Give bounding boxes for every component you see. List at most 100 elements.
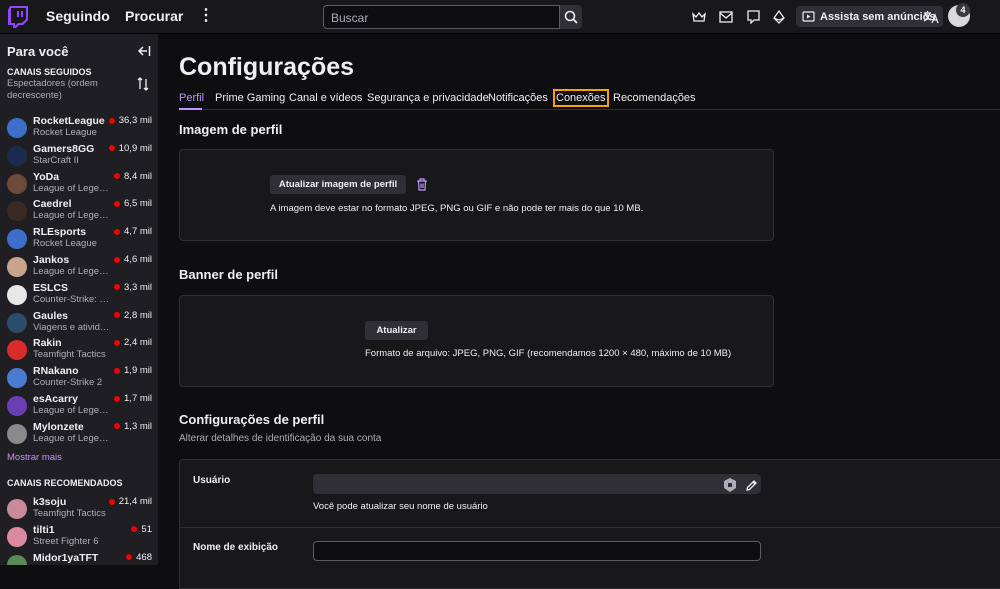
top-navigation: Seguindo Procurar ⋮ Buscar Assista sem a… [0,0,1000,34]
channel-game: Counter-Strike 2 [33,377,103,389]
sort-icon[interactable] [137,77,149,91]
sidebar-channel-item[interactable]: Gamers8GG StarCraft II 10,9 mil [0,142,158,170]
tab-profile[interactable]: Perfil [179,92,204,104]
channel-avatar [7,145,27,166]
nav-following-link[interactable]: Seguindo [46,8,110,24]
ad-free-button[interactable]: Assista sem anúncios [796,6,943,27]
tab-channel-videos[interactable]: Canal e vídeos [289,92,362,104]
channel-avatar [7,118,27,138]
more-menu-icon[interactable]: ⋮ [198,8,214,24]
display-name-field[interactable] [313,541,761,561]
profile-image-heading: Imagem de perfil [179,122,283,137]
form-divider [180,527,1000,528]
trash-icon[interactable] [416,178,430,192]
tab-security-privacy[interactable]: Segurança e privacidade [367,92,489,104]
sidebar-channel-item[interactable]: RNakano Counter-Strike 2 1,9 mil [0,364,158,392]
sidebar-channel-item[interactable]: GaulesViagens e atividades 2,8 mil [0,309,158,337]
sort-label: Espectadores (ordem decrescente) [7,78,98,101]
followed-channels-heading: CANAIS SEGUIDOS [7,67,92,77]
viewer-count: 51 [131,524,152,535]
sidebar-channel-item[interactable]: Rakin Teamfight Tactics 2,4 mil [0,336,158,364]
live-indicator-icon [108,498,115,505]
channel-avatar [7,201,27,222]
viewer-count: 4,6 mil [114,254,152,265]
sidebar-channel-item[interactable]: Caedrel League of Legends 6,5 mil [0,197,158,225]
tab-prime-gaming[interactable]: Prime Gaming [215,92,285,104]
tab-connections[interactable]: Conexões [553,89,609,107]
viewer-count: 4,7 mil [114,226,152,237]
collapse-sidebar-icon[interactable] [137,44,151,58]
settings-tabs: Perfil Prime Gaming Canal e vídeos Segur… [179,89,1000,110]
live-indicator-icon [114,339,121,346]
sidebar-channel-item[interactable]: Mylonzete League of Legends 1,3 mil [0,420,158,448]
channel-avatar [7,173,27,194]
channel-game: Teamfight Tactics [33,508,106,519]
nav-browse-link[interactable]: Procurar [125,8,183,24]
page-title: Configurações [179,53,355,81]
viewer-count-value: 8,4 mil [124,170,152,182]
viewer-count-value: 36,3 mil [118,115,152,126]
viewer-count-value: 6,5 mil [124,198,152,210]
sidebar-channel-item[interactable]: k3soju Teamfight Tactics 21,4 mil [0,495,158,523]
viewer-count-value: 2,8 mil [124,309,152,321]
live-indicator-icon [114,228,121,235]
viewer-count-value: 10,9 mil [118,142,152,154]
sidebar-channel-item[interactable]: Jankos League of Legends 4,6 mil [0,253,158,281]
banner-heading: Banner de perfil [179,267,278,282]
channel-avatar [7,423,27,444]
live-indicator-icon [114,423,121,430]
tab-recommendations[interactable]: Recomendações [613,92,696,104]
viewer-count: 36,3 mil [108,115,152,126]
crown-icon[interactable] [691,9,707,25]
recommended-channels-heading: CANAIS RECOMENDADOS [7,478,123,488]
channel-name: YoDa [33,170,60,183]
channel-name: ESLCS [33,281,69,294]
sidebar-channel-item[interactable]: RocketLeague Rocket League 36,3 mil [0,114,158,142]
bits-icon[interactable] [771,9,787,25]
viewer-count: 6,5 mil [114,198,152,209]
edit-username-button[interactable] [742,476,760,494]
sidebar-channel-item[interactable]: YoDa League of Legends 8,4 mil [0,170,158,198]
sidebar-channel-item[interactable]: ESLCSCounter-Strike: Global Offensive 3,3… [0,281,158,309]
channel-name: Rakin [33,337,62,350]
channel-avatar [7,554,27,565]
sidebar-channel-item[interactable]: esAcarry League of Legends 1,7 mil [0,392,158,420]
tab-notifications[interactable]: Notificações [488,92,548,104]
show-more-link[interactable]: Mostrar mais [7,452,62,463]
whispers-icon[interactable] [745,9,761,25]
viewer-count-value: 1,7 mil [124,393,152,404]
channel-avatar [7,396,27,416]
viewer-count: 21,4 mil [108,496,152,507]
live-indicator-icon [108,117,115,124]
viewer-count: 468 [126,552,152,563]
inbox-icon[interactable] [718,9,734,25]
update-banner-button[interactable]: Atualizar [365,321,428,340]
channel-name: RLEsports [33,226,87,239]
search-button[interactable] [560,5,582,29]
live-indicator-icon [114,200,121,207]
live-indicator-icon [108,145,115,152]
update-profile-image-button[interactable]: Atualizar imagem de perfil [270,175,406,194]
search-input[interactable]: Buscar [323,5,560,29]
sidebar-channel-item[interactable]: RLEsports Rocket League 4,7 mil [0,225,158,253]
twitch-logo-icon[interactable] [8,6,28,28]
sidebar-channel-item[interactable]: tilti1 Street Fighter 6 51 [0,523,158,551]
profile-settings-heading: Configurações de perfil [179,412,325,427]
channel-game: League of Legends [33,432,110,444]
channel-game: StarCraft II [33,154,79,166]
language-icon[interactable] [923,9,939,25]
notification-badge: 4 [956,3,970,17]
channel-avatar [7,499,27,519]
sidebar-channel-item[interactable]: Midor1yaTFT 468 [0,551,158,565]
viewer-count: 2,4 mil [114,337,152,348]
channel-game: Counter-Strike: Global Offensive [33,293,110,305]
viewer-count-value: 3,3 mil [124,281,152,293]
sidebar-title: Para você [7,44,69,59]
search-icon [564,10,578,24]
viewer-count-value: 468 [136,551,152,563]
channel-name: Midor1yaTFT [33,551,99,564]
channel-avatar [7,284,27,305]
username-field [313,474,761,494]
banner-hint: Formato de arquivo: JPEG, PNG, GIF (reco… [365,348,732,359]
channel-name: Mylonzete [33,420,84,433]
